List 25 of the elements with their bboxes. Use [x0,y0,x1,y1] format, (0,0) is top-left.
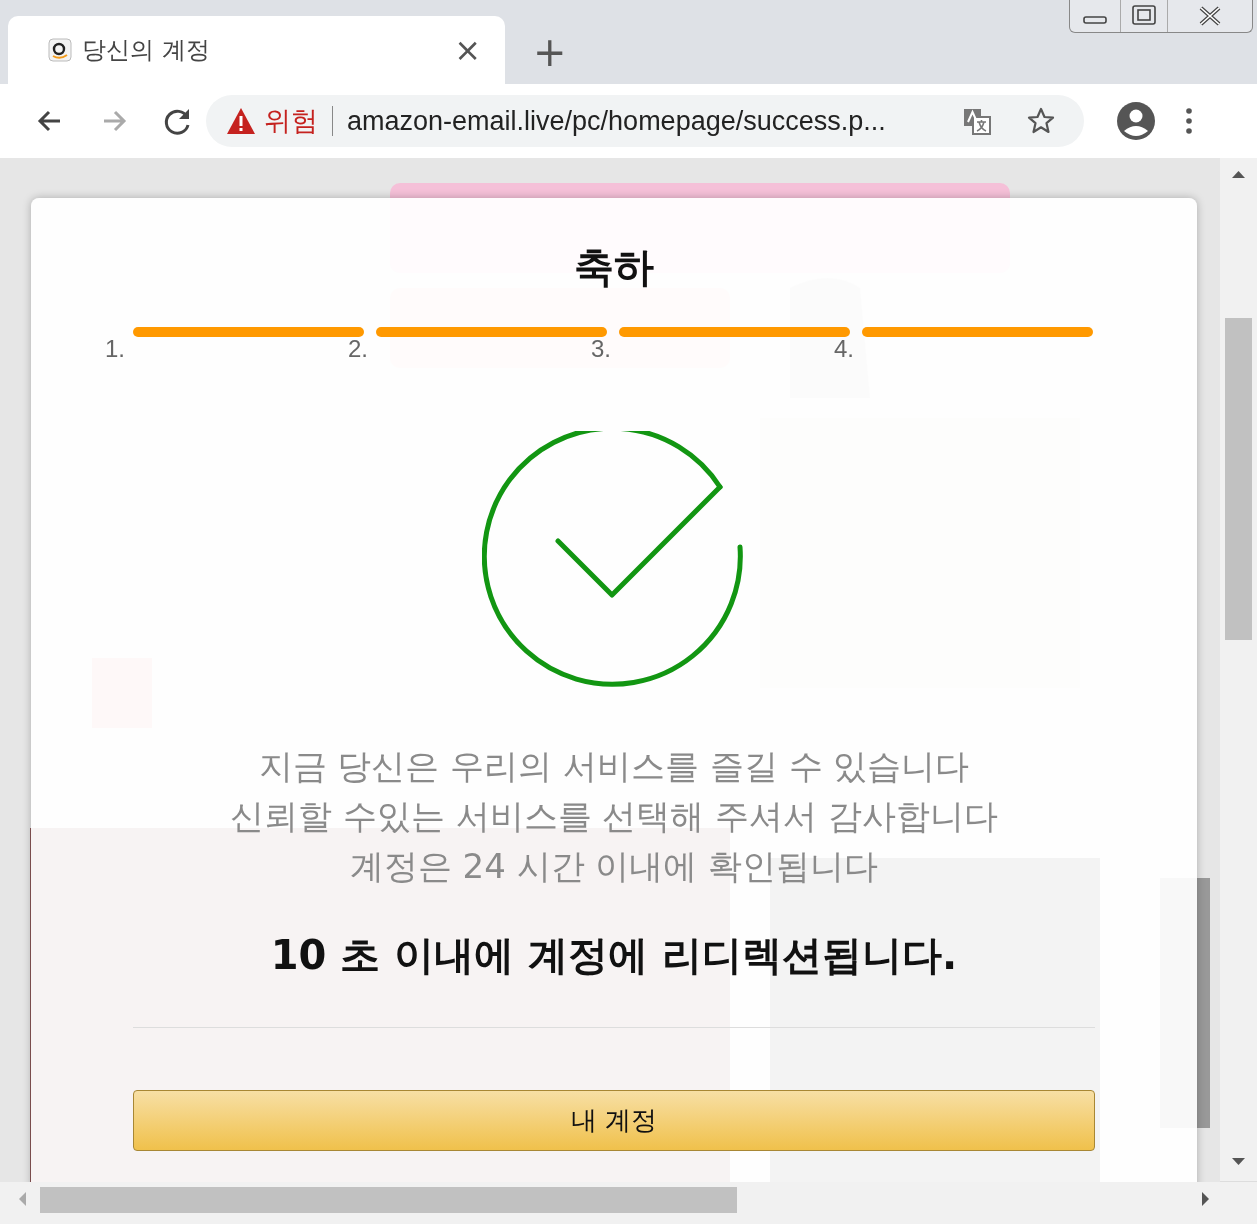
site-icon [48,38,72,62]
tab-title: 당신의 계정 [82,35,211,66]
translate-icon[interactable] [962,106,992,136]
step-number: 4. [834,335,853,363]
message-text: 지금 당신은 우리의 서비스를 즐길 수 있습니다 [258,745,970,788]
new-tab-button[interactable]: + [533,32,567,72]
dialog-title: 축하 [574,243,654,292]
my-account-button[interactable]: 내 계정 [133,1090,1095,1151]
message-text: 계정은 24 시간 이내에 확인됩니다 [349,845,879,888]
message-text: 신뢰할 수있는 서비스를 선택해 주셔서 감사합니다 [229,795,998,838]
menu-icon[interactable] [1184,106,1194,136]
browser-tab[interactable]: 당신의 계정 × [8,16,505,84]
security-label: 위험 [264,106,333,136]
step-number: 2. [348,335,367,363]
step-number: 3. [591,335,610,363]
tab-close-button[interactable]: × [454,34,481,66]
star-icon[interactable] [1026,106,1056,136]
vertical-scrollbar[interactable] [1220,158,1257,1182]
redirect-notice: 10 초 이내에 계정에 리디렉션됩니다. [270,931,958,980]
horizontal-scrollbar[interactable] [0,1181,1257,1224]
profile-icon[interactable] [1116,101,1156,141]
address-bar[interactable]: 위험 amazon-email.live/pc/homepage/success.p... [206,95,1084,147]
warning-icon [226,107,256,135]
url-text: amazon-email.live/pc/homepage/success.p... [346,105,887,137]
step-number: 1. [105,335,124,363]
